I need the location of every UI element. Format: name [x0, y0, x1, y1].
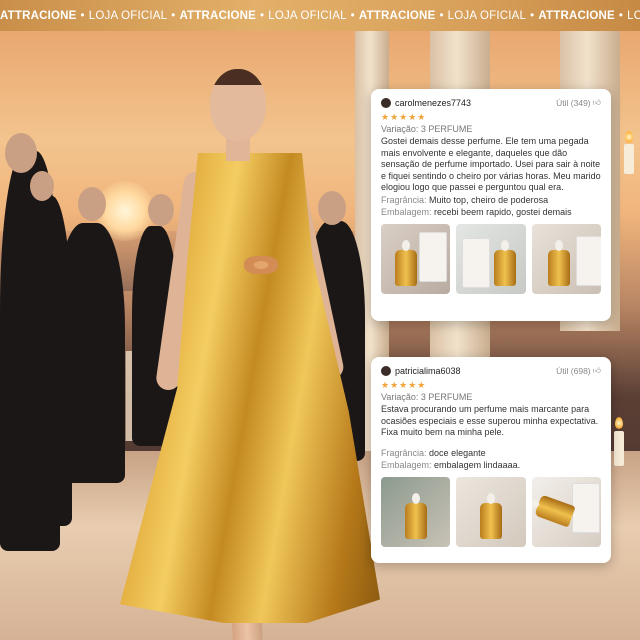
review-photos [381, 476, 601, 547]
review-header: carolmenezes7743 Útil (349) 👍︎ [381, 97, 601, 109]
candle-flame [625, 131, 633, 143]
packaging-value: embalagem lindaaaa. [434, 459, 521, 470]
perfume-bottle-icon [494, 239, 517, 286]
guest-figure [5, 133, 37, 173]
perfume-bottle-icon [533, 494, 576, 528]
guest-figure [318, 191, 346, 225]
packaging-label: Embalagem: [381, 206, 432, 217]
fragrance-label: Fragrância: [381, 447, 427, 458]
avatar [381, 98, 391, 108]
review-username: patricialima6038 [395, 366, 461, 376]
banner-store-label: LOJA OFICIAL [627, 9, 640, 22]
guest-figure [55, 223, 125, 483]
perfume-bottle-icon [395, 239, 417, 286]
perfume-bottle-icon [405, 492, 427, 539]
packaging-label: Embalagem: [381, 459, 432, 470]
perfume-box [462, 237, 491, 288]
useful-count: Útil (349) [556, 98, 591, 108]
guest-figure [148, 194, 174, 226]
dress-bow [244, 256, 278, 274]
banner-separator: • [618, 9, 624, 22]
review-photo[interactable] [381, 476, 451, 547]
fragrance-row: Fragrância: Muito top, cheiro de poderos… [381, 194, 601, 206]
banner-separator: • [80, 9, 85, 22]
banner-brand: ATTRACIONE [179, 9, 256, 22]
star-rating: ★★★★★ [381, 112, 427, 122]
banner-brand: ATTRACIONE [538, 9, 615, 22]
fragrance-label: Fragrância: [381, 194, 427, 205]
perfume-bottle-icon [480, 492, 503, 539]
perfume-bottle-icon [547, 239, 570, 286]
review-text: Gostei demais desse perfume. Ele tem uma… [381, 136, 601, 193]
review-photos [381, 223, 601, 294]
candle [624, 144, 634, 174]
thumbs-up-icon: 👍︎ [592, 366, 601, 375]
review-card: carolmenezes7743 Útil (349) 👍︎ ★★★★★ Var… [371, 89, 611, 321]
brand-banner: ATTRACIONE • LOJA OFICIAL • ATTRACIONE • LOJA … [0, 0, 640, 31]
perfume-box [575, 235, 601, 286]
review-variation: Variação: 3 PERFUME [381, 392, 473, 402]
guest-figure [78, 187, 106, 221]
banner-brand: ATTRACIONE [0, 9, 77, 22]
review-header: patricialima6038 Útil (698) 👍︎ [381, 365, 601, 377]
review-photo[interactable] [381, 223, 451, 294]
banner-separator: • [530, 9, 535, 22]
useful-button[interactable]: Útil (349) 👍︎ [556, 98, 601, 108]
banner-separator: • [171, 9, 176, 22]
banner-store-label: LOJA OFICIAL [447, 9, 527, 22]
review-photo[interactable] [456, 223, 526, 294]
review-photo[interactable] [531, 223, 601, 294]
fragrance-value: doce elegante [429, 447, 486, 458]
guest-figure [30, 171, 54, 201]
review-photo[interactable] [531, 476, 601, 547]
useful-count: Útil (698) [556, 366, 591, 376]
banner-brand: ATTRACIONE [358, 9, 436, 22]
fragrance-row: Fragrância: doce elegante [381, 447, 601, 459]
banner-separator: • [259, 9, 265, 22]
avatar [381, 366, 391, 376]
perfume-box [419, 231, 447, 282]
review-username: carolmenezes7743 [395, 98, 472, 108]
candle-flame [615, 417, 623, 429]
packaging-row: Embalagem: embalagem lindaaaa. [381, 459, 601, 471]
perfume-box [571, 482, 600, 533]
packaging-row: Embalagem: recebi beem rapido, gostei de… [381, 206, 601, 218]
banner-store-label: LOJA OFICIAL [268, 9, 347, 22]
candle [614, 431, 624, 466]
star-rating: ★★★★★ [381, 380, 427, 390]
banner-store-label: LOJA OFICIAL [88, 9, 168, 22]
review-variation: Variação: 3 PERFUME [381, 124, 473, 134]
fragrance-value: Muito top, cheiro de poderosa [429, 194, 549, 205]
banner-separator: • [350, 9, 355, 22]
review-card: patricialima6038 Útil (698) 👍︎ ★★★★★ Var… [371, 357, 611, 563]
packaging-value: recebi beem rapido, gostei demais [434, 206, 572, 217]
review-text: Estava procurando um perfume mais marcan… [381, 404, 599, 438]
banner-separator: • [439, 9, 444, 22]
thumbs-up-icon: 👍︎ [592, 98, 601, 107]
review-photo[interactable] [456, 476, 526, 547]
useful-button[interactable]: Útil (698) 👍︎ [556, 366, 601, 376]
model-head [210, 69, 266, 141]
